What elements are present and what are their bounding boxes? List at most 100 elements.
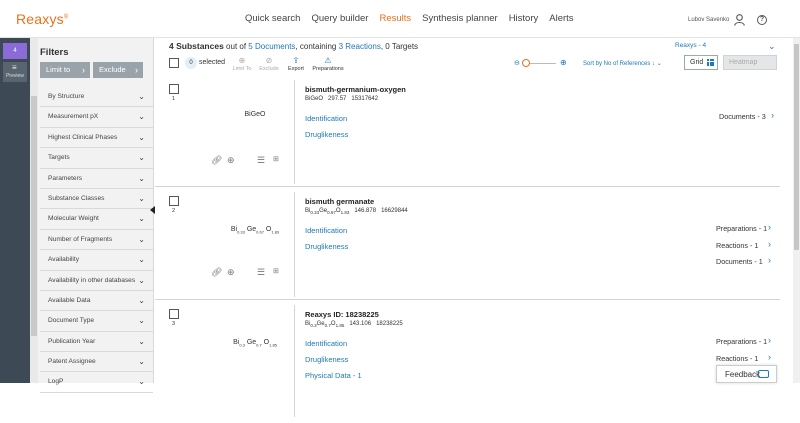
record-count-link[interactable]: Documents - 1 › [716,255,771,266]
chevron-down-icon: ⌄ [138,234,145,244]
chevron-right-icon: › [768,351,771,362]
chevron-down-icon: ⌄ [138,214,145,224]
chevron-down-icon: ⌄ [138,316,145,326]
record-count-link[interactable]: Preparations - 1 › [716,222,771,233]
record-link[interactable]: Druglikeness [305,130,348,139]
record-link[interactable]: Identification [305,226,347,235]
record-number: 2 [172,208,176,214]
record-count-link[interactable]: Documents - 3 › [719,110,774,121]
selected-label: selected [199,59,226,66]
filter-item[interactable]: Availability in other databases ⌄ [40,271,153,291]
export-button[interactable]: ⇪ Export [282,56,310,72]
filter-item-label: Targets [48,154,70,162]
filter-item[interactable]: Targets ⌄ [40,148,153,169]
filter-item[interactable]: Publication Year ⌄ [40,332,153,353]
filter-item[interactable]: Availability ⌄ [40,250,153,271]
chevron-down-icon: ⌄ [138,112,145,122]
grid-view-button[interactable]: Grid [684,55,718,70]
sort-direction-icon[interactable]: ↓ [652,61,655,67]
user-icon[interactable] [734,14,745,26]
table-icon[interactable]: ⊞ [273,155,279,163]
nav-history[interactable]: History [509,13,539,24]
filter-item[interactable]: Substance Classes ⌄ [40,189,153,210]
heatmap-button[interactable]: Heatmap [723,55,777,70]
magnify-icon[interactable]: ⊕ [227,267,235,278]
limit-to-action[interactable]: ⊕ Limit To [228,56,256,72]
chevron-down-icon: ⌄ [138,132,145,142]
documents-link[interactable]: 5 Documents [248,42,295,51]
substance-record: 2 Bi0.33 Ge0.67 O1.83 🔗︎ ⊕ ☰ ⊞ bismuth germana… [155,190,800,303]
nav-alerts[interactable]: Alerts [549,13,573,24]
preparations-button[interactable]: ⚠ Preparations [310,56,346,72]
nav-query-builder[interactable]: Query builder [311,13,368,24]
help-icon[interactable]: ? [757,15,767,25]
record-count-link[interactable]: Reactions - 1 › [716,352,771,363]
limit-to-button[interactable]: Limit to › [40,62,90,78]
chevron-right-icon: › [771,110,774,120]
structure-depiction[interactable]: Bi0.33 Ge0.67 O1.83 [210,226,300,234]
filter-item[interactable]: Document Type ⌄ [40,311,153,332]
results-scrollbar[interactable] [793,38,800,383]
substance-name[interactable]: bismuth germanate [305,197,374,206]
exclude-button[interactable]: Exclude › [93,62,143,78]
nav-quick-search[interactable]: Quick search [245,13,300,24]
user-name[interactable]: Lubov Savenko [688,17,729,23]
magnify-icon[interactable]: ⊕ [227,155,235,166]
chevron-right-icon: › [768,238,771,249]
reaxys-logo[interactable]: Reaxys® [16,11,69,27]
substance-name[interactable]: Reaxys ID: 18238225 [305,310,379,319]
nav-results[interactable]: Results [379,13,411,24]
record-checkbox[interactable] [169,196,179,206]
sort-by-dropdown[interactable]: Sort by No of References ↓ ⌄ [583,60,662,67]
filter-item[interactable]: Parameters ⌄ [40,169,153,189]
filter-item[interactable]: Measurement pX ⌄ [40,107,153,128]
record-checkbox[interactable] [169,84,179,94]
chevron-down-icon[interactable]: ⌄ [768,41,776,52]
results-main: 4 Substances out of 5 Documents, contain… [155,38,800,417]
filter-item[interactable]: Number of Fragments ⌄ [40,230,153,251]
record-count-link[interactable]: Preparations - 1 › [716,335,771,346]
record-link[interactable]: Identification [305,114,347,123]
substance-name[interactable]: bismuth-germanium-oxygen [305,85,406,94]
link-icon[interactable]: 🔗︎ [211,267,222,278]
record-checkbox[interactable] [169,309,179,319]
zoom-in-icon[interactable]: ⊕ [560,58,567,67]
record-link[interactable]: Druglikeness [305,355,348,364]
filter-item-label: Number of Fragments [48,235,113,243]
list-icon[interactable]: ☰ [257,267,265,278]
zoom-slider-knob[interactable] [522,59,530,67]
filter-item[interactable]: By Structure ⌄ [40,87,153,108]
filter-item[interactable]: Highest Clinical Phases ⌄ [40,128,153,149]
link-icon[interactable]: 🔗︎ [211,155,222,166]
filter-item[interactable]: Patent Assignee ⌄ [40,352,153,373]
filter-item-label: Patent Assignee [48,358,96,366]
filter-item[interactable]: Available Data ⌄ [40,291,153,312]
preview-button[interactable]: Preview [3,62,27,82]
grid-icon [707,59,714,66]
record-link[interactable]: Druglikeness [305,242,348,251]
substance-record: 3 Bi0.3 Ge0.7 O1.85 Reaxys ID: 18238225 Bi0… [155,303,800,423]
nav-synthesis-planner[interactable]: Synthesis planner [422,13,498,24]
reaxys-source-tag[interactable]: Reaxys - 4 [675,42,706,49]
chevron-right-icon: › [768,222,771,232]
filters-scrollbar[interactable] [30,38,38,383]
chevron-down-icon: ⌄ [656,61,662,67]
list-icon[interactable]: ☰ [257,155,265,166]
table-icon[interactable]: ⊞ [273,267,279,275]
chat-icon [758,370,769,378]
rail-count-badge[interactable]: 4 [3,43,27,59]
chevron-down-icon: ⌄ [138,173,145,183]
feedback-button[interactable]: Feedback [716,365,777,383]
record-link[interactable]: Physical Data - 1 [305,371,362,380]
exclude-action[interactable]: ⊘ Exclude [255,56,283,72]
zoom-out-icon[interactable]: ⊖ [514,59,520,67]
select-all-checkbox[interactable] [169,58,179,68]
reactions-link[interactable]: 3 Reactions [339,42,381,51]
structure-depiction[interactable]: BiGeO [210,111,300,118]
chevron-down-icon: ⌄ [138,255,145,265]
record-link[interactable]: Identification [305,339,347,348]
structure-depiction[interactable]: Bi0.3 Ge0.7 O1.85 [210,339,300,347]
record-count-link[interactable]: Reactions - 1 › [716,239,771,250]
filter-item[interactable]: Molecular Weight ⌄ [40,209,153,230]
filter-item-label: Measurement pX [48,113,99,121]
